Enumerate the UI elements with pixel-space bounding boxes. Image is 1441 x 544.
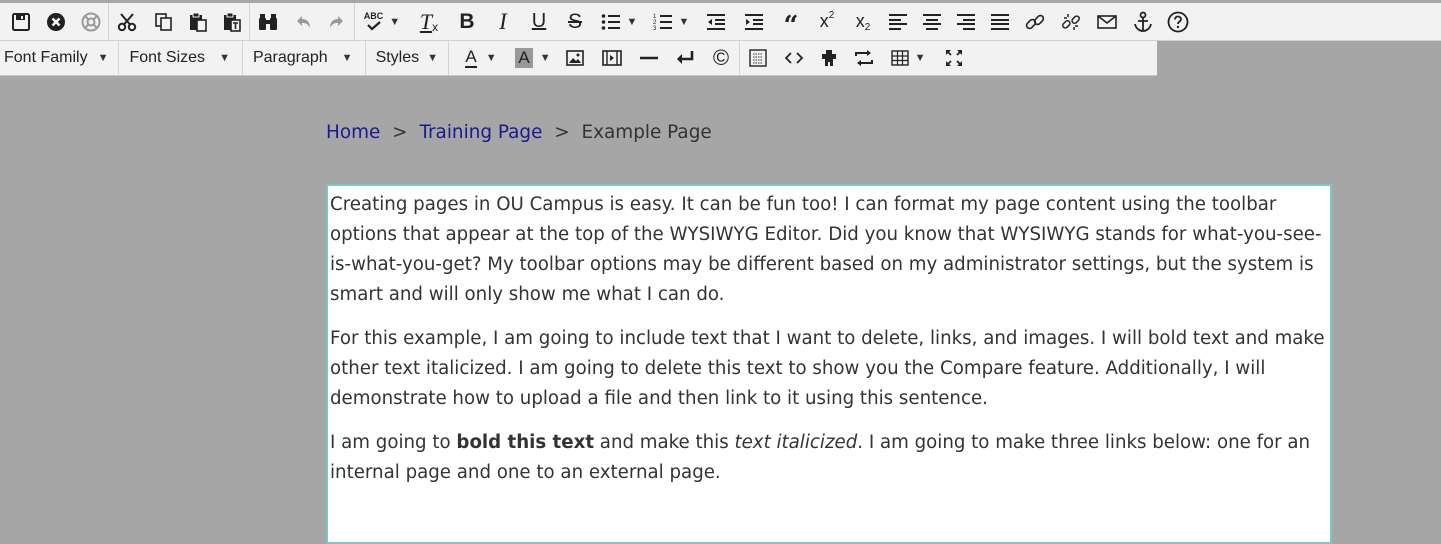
bold-icon[interactable]: B [449,3,485,40]
spellcheck-label: ABC [363,11,384,21]
breadcrumb-current: Example Page [581,122,712,143]
cancel-icon[interactable] [38,3,74,40]
toggle-visual-aids-icon[interactable] [846,41,882,75]
numbered-list-icon[interactable]: 123 ▼ [645,3,697,40]
italic-text: text italicized [734,432,858,453]
text-color-button[interactable]: A ▼ [449,41,509,75]
help-icon[interactable] [1161,3,1195,40]
editor-toolbar-main: ABC ▼ Tx B I U S ▼ 123 ▼ “ x2 x 2 [0,3,1441,41]
font-family-dropdown[interactable]: Font Family ▼ [0,41,118,75]
cut-icon[interactable] [109,3,147,40]
chevron-down-icon: ▼ [626,15,638,28]
copyright-symbol: © [712,45,730,70]
outdent-icon[interactable] [697,3,735,40]
svg-text:3: 3 [653,26,657,31]
subscript-icon[interactable]: x2 [845,3,881,40]
insert-asset-icon[interactable] [812,41,846,75]
align-right-icon[interactable] [949,3,983,40]
breadcrumb-link-training-page[interactable]: Training Page [419,122,542,143]
chevron-down-icon: ▼ [97,52,109,64]
fullscreen-icon[interactable] [934,41,974,75]
bold-text: bold this text [456,432,595,453]
paragraph-text: and make this [594,432,735,453]
help-lifebuoy-icon[interactable] [74,3,108,40]
paste-icon[interactable] [181,3,215,40]
superscript-icon[interactable]: x2 [809,3,845,40]
wysiwyg-editable-region[interactable]: Creating pages in OU Campus is easy. It … [326,184,1332,544]
chevron-down-icon: ▼ [341,52,353,64]
table-icon[interactable]: ▼ [882,41,934,75]
indent-icon[interactable] [735,3,773,40]
insert-media-icon[interactable] [593,41,631,75]
horizontal-rule-icon[interactable] [631,41,667,75]
chevron-down-icon: ▼ [678,15,690,28]
paragraph-dropdown[interactable]: Paragraph ▼ [243,41,365,75]
italic-icon[interactable]: I [485,3,521,40]
clear-formatting-icon[interactable]: Tx [409,3,449,40]
undo-icon[interactable] [286,3,320,40]
copy-icon[interactable] [147,3,181,40]
breadcrumb: Home > Training Page > Example Page [326,122,712,143]
styles-dropdown[interactable]: Styles ▼ [366,41,448,75]
editor-toolbar-formatting: Font Family ▼ Font Sizes ▼ Paragraph ▼ S… [0,41,1157,76]
source-code-icon[interactable] [776,41,812,75]
chevron-down-icon: ▼ [485,52,497,64]
font-sizes-label: Font Sizes [129,49,206,66]
email-icon[interactable] [1089,3,1125,40]
align-left-icon[interactable] [881,3,915,40]
background-color-button[interactable]: A ▼ [509,41,557,75]
chevron-down-icon: ▼ [219,52,230,64]
align-justify-icon[interactable] [983,3,1017,40]
redo-icon[interactable] [320,3,354,40]
save-icon[interactable] [0,3,38,40]
blockquote-icon[interactable]: “ [773,0,809,44]
spellcheck-icon[interactable]: ABC ▼ [355,3,409,40]
content-paragraph-3[interactable]: I am going to bold this text and make th… [330,428,1330,488]
underline-icon[interactable]: U [521,3,557,40]
chevron-down-icon: ▼ [427,52,439,64]
paragraph-text: I am going to [330,432,457,453]
bullet-list-icon[interactable]: ▼ [593,3,645,40]
line-break-icon[interactable] [667,41,703,75]
text-color-icon: A [465,47,477,68]
content-paragraph-1[interactable]: Creating pages in OU Campus is easy. It … [330,190,1330,310]
strikethrough-icon[interactable]: S [557,3,593,40]
unlink-icon[interactable] [1053,3,1089,40]
find-replace-binoculars-icon[interactable] [250,3,286,40]
breadcrumb-separator: > [554,122,570,143]
insert-link-icon[interactable] [1017,3,1053,40]
font-sizes-dropdown[interactable]: Font Sizes ▼ [119,41,241,75]
background-color-icon: A [515,48,533,68]
chevron-down-icon: ▼ [389,15,401,28]
chevron-down-icon: ▼ [914,52,926,64]
breadcrumb-link-home[interactable]: Home [326,122,380,143]
insert-snippet-icon[interactable] [740,41,776,75]
breadcrumb-separator: > [392,122,408,143]
chevron-down-icon: ▼ [539,52,551,64]
content-paragraph-2[interactable]: For this example, I am going to include … [330,324,1330,414]
special-character-icon[interactable]: © [703,41,739,75]
anchor-icon[interactable] [1125,3,1161,40]
paragraph-label: Paragraph [252,49,328,66]
styles-label: Styles [375,49,420,66]
align-center-icon[interactable] [915,3,949,40]
paste-as-text-icon[interactable] [215,3,249,40]
font-family-label: Font Family [4,49,88,66]
insert-image-icon[interactable] [557,41,593,75]
